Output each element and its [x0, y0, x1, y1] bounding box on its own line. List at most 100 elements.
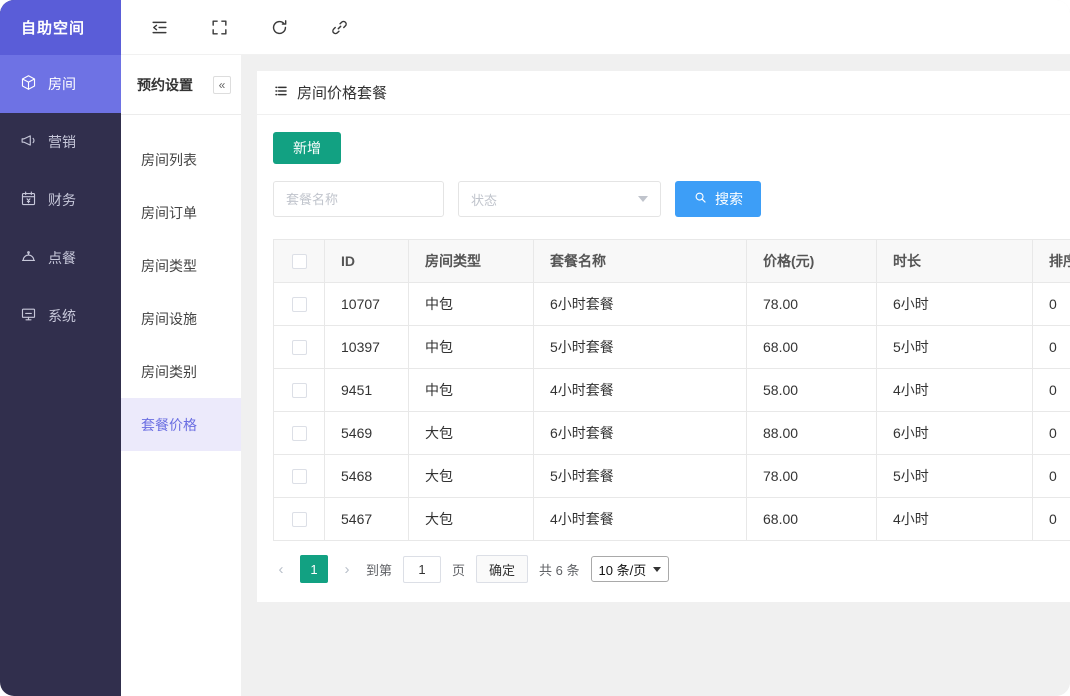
cell-sort: 0: [1033, 455, 1070, 498]
table-row: 10397中包5小时套餐68.005小时0: [274, 326, 1070, 369]
sidebar-item-room-types[interactable]: 房间类型: [121, 239, 241, 292]
primary-nav: 房间 营销 财务 点餐: [0, 55, 121, 345]
cell-price: 58.00: [747, 369, 877, 412]
sidebar-item-room-facilities[interactable]: 房间设施: [121, 292, 241, 345]
cell-id: 9451: [325, 369, 409, 412]
food-cloche-icon: [20, 248, 37, 268]
cell-sort: 0: [1033, 498, 1070, 541]
table-row: 5468大包5小时套餐78.005小时0: [274, 455, 1070, 498]
add-button[interactable]: 新增: [273, 132, 341, 164]
sidebar-item-label: 点餐: [48, 248, 76, 268]
chevron-down-icon: [653, 567, 661, 572]
column-sort: 排序: [1033, 240, 1070, 283]
next-page-button[interactable]: ›: [339, 561, 355, 578]
row-checkbox-cell: [274, 326, 325, 369]
row-checkbox-cell: [274, 455, 325, 498]
goto-page-prefix: 到第: [366, 560, 392, 579]
goto-page-input[interactable]: [403, 556, 441, 583]
filter-row: 状态 搜索: [273, 181, 1070, 217]
sidebar-item-room-orders[interactable]: 房间订单: [121, 186, 241, 239]
sidebar-item-finance[interactable]: 财务: [0, 171, 121, 229]
row-checkbox[interactable]: [292, 469, 307, 484]
page-title: 房间价格套餐: [297, 82, 387, 103]
cell-room_type: 大包: [409, 412, 534, 455]
status-select-value: 状态: [471, 190, 497, 209]
row-checkbox[interactable]: [292, 340, 307, 355]
row-checkbox[interactable]: [292, 512, 307, 527]
sidebar-item-label: 营销: [48, 132, 76, 152]
system-monitor-icon: [20, 306, 37, 326]
select-all-checkbox[interactable]: [292, 254, 307, 269]
sidebar-item-room-list[interactable]: 房间列表: [121, 133, 241, 186]
search-button-label: 搜索: [715, 189, 743, 209]
sidebar-item-label: 房间: [48, 74, 76, 94]
collapse-sidebar-button[interactable]: «: [213, 76, 231, 94]
refresh-icon[interactable]: [269, 17, 289, 37]
column-duration: 时长: [877, 240, 1033, 283]
goto-page-suffix: 页: [452, 560, 465, 579]
cell-id: 10707: [325, 283, 409, 326]
goto-confirm-button[interactable]: 确定: [476, 555, 528, 583]
cell-package_name: 4小时套餐: [534, 369, 747, 412]
cell-duration: 4小时: [877, 498, 1033, 541]
content-area: 房间价格套餐 新增 状态: [241, 55, 1070, 696]
sidebar-item-label: 房间设施: [141, 309, 197, 329]
row-checkbox[interactable]: [292, 426, 307, 441]
body-row: 预约设置 « 房间列表 房间订单 房间类型 房间设施 房间类别 套餐价格: [121, 55, 1070, 696]
status-select[interactable]: 状态: [458, 181, 661, 217]
table-row: 9451中包4小时套餐58.004小时0: [274, 369, 1070, 412]
cell-package_name: 5小时套餐: [534, 326, 747, 369]
table-header: ID 房间类型 套餐名称 价格(元) 时长 排序: [274, 240, 1070, 283]
marketing-megaphone-icon: [20, 132, 37, 152]
fullscreen-icon[interactable]: [209, 17, 229, 37]
sidebar-item-package-prices[interactable]: 套餐价格: [121, 398, 241, 451]
column-package-name: 套餐名称: [534, 240, 747, 283]
link-icon[interactable]: [329, 17, 349, 37]
cell-room_type: 大包: [409, 498, 534, 541]
row-checkbox-cell: [274, 498, 325, 541]
cell-id: 5467: [325, 498, 409, 541]
packages-table: ID 房间类型 套餐名称 价格(元) 时长 排序 10707中包6小时套餐78.…: [273, 239, 1070, 541]
list-icon: [273, 83, 289, 103]
sidebar-item-food[interactable]: 点餐: [0, 229, 121, 287]
chevron-down-icon: [638, 196, 648, 202]
cell-package_name: 4小时套餐: [534, 498, 747, 541]
app-window: 自助空间 房间 营销 财务: [0, 0, 1070, 696]
table-row: 10707中包6小时套餐78.006小时0: [274, 283, 1070, 326]
sidebar-item-room[interactable]: 房间: [0, 55, 121, 113]
page-number-current[interactable]: 1: [300, 555, 328, 583]
cell-package_name: 5小时套餐: [534, 455, 747, 498]
sidebar-item-label: 房间类别: [141, 362, 197, 382]
topbar: [121, 0, 1070, 55]
sidebar-item-label: 套餐价格: [141, 415, 197, 435]
cell-price: 88.00: [747, 412, 877, 455]
sidebar-item-label: 房间订单: [141, 203, 197, 223]
package-name-input[interactable]: [273, 181, 444, 217]
cell-id: 5468: [325, 455, 409, 498]
sidebar-item-marketing[interactable]: 营销: [0, 113, 121, 171]
cell-id: 5469: [325, 412, 409, 455]
search-button[interactable]: 搜索: [675, 181, 761, 217]
main-column: 预约设置 « 房间列表 房间订单 房间类型 房间设施 房间类别 套餐价格: [121, 0, 1070, 696]
cell-price: 78.00: [747, 455, 877, 498]
sidebar-item-system[interactable]: 系统: [0, 287, 121, 345]
sidebar-item-room-categories[interactable]: 房间类别: [121, 345, 241, 398]
per-page-select[interactable]: 10 条/页: [591, 556, 670, 582]
room-cube-icon: [20, 74, 37, 94]
cell-room_type: 中包: [409, 326, 534, 369]
pagination: ‹ 1 › 到第 页 确定 共 6 条 10 条/页: [273, 555, 1070, 583]
cell-sort: 0: [1033, 412, 1070, 455]
finance-calendar-icon: [20, 190, 37, 210]
column-id: ID: [325, 240, 409, 283]
total-count-label: 共 6 条: [539, 560, 579, 579]
row-checkbox[interactable]: [292, 383, 307, 398]
cell-package_name: 6小时套餐: [534, 283, 747, 326]
secondary-sidebar: 预约设置 « 房间列表 房间订单 房间类型 房间设施 房间类别 套餐价格: [121, 55, 241, 696]
primary-sidebar: 自助空间 房间 营销 财务: [0, 0, 121, 696]
row-checkbox[interactable]: [292, 297, 307, 312]
table-body: 10707中包6小时套餐78.006小时010397中包5小时套餐68.005小…: [274, 283, 1070, 541]
sidebar-item-label: 房间类型: [141, 256, 197, 276]
page-card: 房间价格套餐 新增 状态: [257, 71, 1070, 602]
menu-collapse-icon[interactable]: [149, 17, 169, 37]
prev-page-button[interactable]: ‹: [273, 561, 289, 578]
